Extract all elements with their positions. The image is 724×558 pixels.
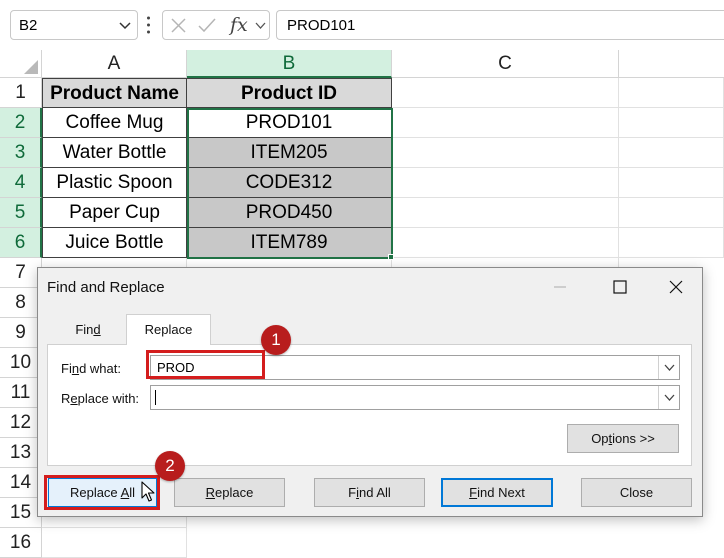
row-header-4[interactable]: 4 bbox=[0, 168, 42, 198]
cell-d1[interactable] bbox=[619, 78, 724, 108]
tab-find-label: Find bbox=[75, 322, 101, 337]
replace-panel: Find what: PROD Replace with: Options >> bbox=[47, 344, 692, 466]
mouse-pointer-icon bbox=[141, 481, 155, 502]
close-window-button[interactable] bbox=[648, 268, 704, 306]
cell-b6[interactable]: ITEM789 bbox=[187, 228, 392, 258]
cancel-icon[interactable] bbox=[171, 18, 186, 33]
row-header-10[interactable]: 10 bbox=[0, 348, 42, 378]
cell-d5[interactable] bbox=[619, 198, 724, 228]
cell-b3[interactable]: ITEM205 bbox=[187, 138, 392, 168]
row-header-7[interactable]: 7 bbox=[0, 258, 42, 288]
row-header-9[interactable]: 9 bbox=[0, 318, 42, 348]
row-header-11[interactable]: 11 bbox=[0, 378, 42, 408]
cell-a1[interactable]: Product Name bbox=[42, 78, 187, 108]
options-button[interactable]: Options >> bbox=[567, 424, 679, 453]
cell-d2[interactable] bbox=[619, 108, 724, 138]
column-header-b[interactable]: B bbox=[187, 50, 392, 78]
formula-value: PROD101 bbox=[287, 17, 356, 34]
cell-b5[interactable]: PROD450 bbox=[187, 198, 392, 228]
replace-button[interactable]: Replace bbox=[174, 478, 285, 507]
replace-with-label: Replace with: bbox=[61, 391, 140, 406]
chevron-down-icon[interactable] bbox=[255, 21, 266, 31]
text-cursor bbox=[155, 390, 156, 405]
cell-c2[interactable] bbox=[392, 108, 619, 138]
row-header-6[interactable]: 6 bbox=[0, 228, 42, 258]
close-label: Close bbox=[619, 485, 654, 500]
cell-b4[interactable]: CODE312 bbox=[187, 168, 392, 198]
step-1-badge: 1 bbox=[261, 325, 291, 355]
find-what-input[interactable]: PROD bbox=[150, 355, 680, 380]
row-header-14[interactable]: 14 bbox=[0, 468, 42, 498]
insert-function-icon[interactable]: fx bbox=[230, 14, 248, 36]
cell-c1[interactable] bbox=[392, 78, 619, 108]
row-header-12[interactable]: 12 bbox=[0, 408, 42, 438]
find-next-button[interactable]: Find Next bbox=[441, 478, 553, 507]
cell-c6[interactable] bbox=[392, 228, 619, 258]
cell-c5[interactable] bbox=[392, 198, 619, 228]
name-box-value: B2 bbox=[19, 17, 38, 34]
select-all-corner[interactable] bbox=[0, 50, 42, 78]
cell-c3[interactable] bbox=[392, 138, 619, 168]
close-button[interactable]: Close bbox=[581, 478, 692, 507]
cell-d4[interactable] bbox=[619, 168, 724, 198]
maximize-icon bbox=[613, 280, 627, 294]
formula-bar-area: B2 fx PROD101 bbox=[0, 0, 724, 50]
formula-input[interactable]: PROD101 bbox=[276, 10, 724, 40]
replace-all-label: Replace All bbox=[69, 485, 136, 500]
formula-controls: fx bbox=[162, 10, 270, 40]
cell-d3[interactable] bbox=[619, 138, 724, 168]
fill-handle[interactable] bbox=[388, 254, 394, 260]
tab-find[interactable]: Find bbox=[52, 317, 124, 343]
row-header-2[interactable]: 2 bbox=[0, 108, 42, 138]
column-header-c[interactable]: C bbox=[392, 50, 619, 78]
minimize-button[interactable] bbox=[532, 268, 588, 306]
column-header-d[interactable] bbox=[619, 50, 724, 78]
row-header-15[interactable]: 15 bbox=[0, 498, 42, 528]
cell-a4[interactable]: Plastic Spoon bbox=[42, 168, 187, 198]
chevron-down-icon bbox=[119, 22, 131, 30]
chevron-down-icon bbox=[664, 364, 675, 371]
maximize-button[interactable] bbox=[592, 268, 648, 306]
find-replace-dialog: Find and Replace Find Replace Find what:… bbox=[37, 267, 703, 517]
cell-a6[interactable]: Juice Bottle bbox=[42, 228, 187, 258]
replace-label: Replace bbox=[205, 485, 254, 500]
step-2-badge: 2 bbox=[155, 451, 185, 481]
find-all-label: Find All bbox=[348, 485, 391, 500]
dialog-title: Find and Replace bbox=[47, 279, 165, 296]
find-all-button[interactable]: Find All bbox=[314, 478, 425, 507]
row-header-16[interactable]: 16 bbox=[0, 528, 42, 558]
replace-with-dropdown[interactable] bbox=[658, 386, 679, 409]
find-next-label: Find Next bbox=[469, 485, 525, 500]
column-header-a[interactable]: A bbox=[42, 50, 187, 78]
tab-replace[interactable]: Replace bbox=[126, 314, 211, 345]
find-what-label: Find what: bbox=[61, 361, 121, 376]
cell-a5[interactable]: Paper Cup bbox=[42, 198, 187, 228]
cell-a16[interactable] bbox=[42, 528, 187, 558]
row-header-8[interactable]: 8 bbox=[0, 288, 42, 318]
cell-a2[interactable]: Coffee Mug bbox=[42, 108, 187, 138]
chevron-down-icon bbox=[664, 394, 675, 401]
find-what-dropdown[interactable] bbox=[658, 356, 679, 379]
enter-check-icon[interactable] bbox=[198, 18, 216, 33]
cell-d6[interactable] bbox=[619, 228, 724, 258]
minimize-icon bbox=[554, 286, 566, 288]
close-icon bbox=[669, 280, 683, 294]
cell-b1[interactable]: Product ID bbox=[187, 78, 392, 108]
cell-a3[interactable]: Water Bottle bbox=[42, 138, 187, 168]
replace-with-input[interactable] bbox=[150, 385, 680, 410]
cell-b2[interactable]: PROD101 bbox=[187, 108, 392, 138]
row-header-13[interactable]: 13 bbox=[0, 438, 42, 468]
find-what-value: PROD bbox=[157, 360, 195, 375]
more-options-icon[interactable] bbox=[147, 16, 150, 34]
row-header-3[interactable]: 3 bbox=[0, 138, 42, 168]
options-button-label: Options >> bbox=[591, 431, 655, 446]
name-box[interactable]: B2 bbox=[10, 10, 138, 40]
tab-replace-label: Replace bbox=[144, 322, 193, 337]
row-header-5[interactable]: 5 bbox=[0, 198, 42, 228]
row-header-1[interactable]: 1 bbox=[0, 78, 42, 108]
cell-c4[interactable] bbox=[392, 168, 619, 198]
